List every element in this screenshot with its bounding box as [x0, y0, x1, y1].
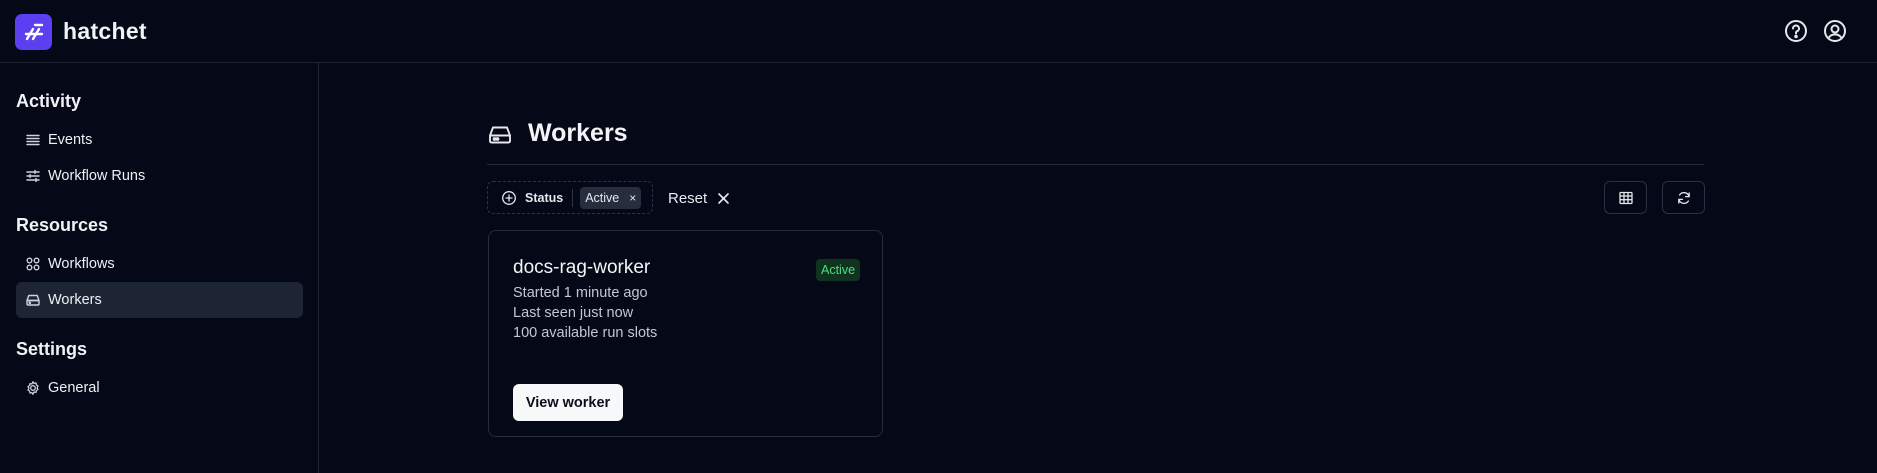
close-icon [717, 192, 730, 205]
worker-last-seen: Last seen just now [513, 305, 634, 321]
app-name[interactable]: hatchet [63, 18, 147, 45]
view-worker-button[interactable]: View worker [513, 384, 623, 421]
refresh-icon [1676, 190, 1692, 206]
page-title: Workers [528, 119, 628, 147]
sidebar-item-label: Workflow Runs [48, 168, 146, 184]
worker-run-slots: 100 available run slots [513, 325, 658, 341]
filter-chip-active: Active × [580, 186, 642, 209]
sidebar-item-workflows[interactable]: Workflows [16, 246, 303, 282]
divider [572, 188, 574, 207]
section-title-activity: Activity [16, 91, 82, 111]
table-view-button[interactable] [1604, 181, 1647, 214]
refresh-button[interactable] [1662, 181, 1705, 214]
reset-button[interactable]: Reset [668, 188, 730, 208]
worker-started: Started 1 minute ago [513, 285, 648, 301]
nodes-icon [25, 256, 41, 272]
sliders-icon [25, 168, 41, 184]
gear-icon [25, 380, 41, 396]
sidebar-item-label: General [48, 380, 100, 396]
server-icon [25, 292, 41, 308]
table-icon [1618, 190, 1634, 206]
divider [487, 164, 1704, 165]
plus-circle-icon [501, 190, 517, 206]
sidebar-item-label: Workers [48, 292, 102, 308]
reset-label: Reset [668, 189, 708, 207]
remove-filter-icon[interactable]: × [629, 191, 636, 205]
sidebar-item-label: Events [48, 132, 93, 148]
status-badge: Active [816, 259, 861, 281]
sidebar: Activity Events Workflow Runs Resources … [0, 63, 319, 473]
sidebar-item-workers[interactable]: Workers [16, 282, 303, 318]
section-title-settings: Settings [16, 339, 88, 359]
filter-chip-label: Active [585, 190, 620, 205]
help-icon[interactable] [1783, 18, 1809, 44]
worker-name: docs-rag-worker [513, 257, 651, 278]
status-filter-button[interactable]: Status Active × [487, 181, 653, 214]
sidebar-item-general[interactable]: General [16, 370, 303, 406]
sidebar-item-label: Workflows [48, 256, 115, 272]
sidebar-item-events[interactable]: Events [16, 122, 303, 158]
top-bar: hatchet [0, 0, 1877, 63]
sidebar-item-workflow-runs[interactable]: Workflow Runs [16, 158, 303, 194]
account-icon[interactable] [1822, 18, 1848, 44]
status-filter-label: Status [525, 190, 564, 205]
server-icon [487, 122, 513, 148]
list-icon [25, 132, 41, 148]
hatchet-logo-icon[interactable] [15, 14, 52, 50]
section-title-resources: Resources [16, 215, 109, 235]
worker-card: docs-rag-worker Active Started 1 minute … [488, 230, 883, 437]
